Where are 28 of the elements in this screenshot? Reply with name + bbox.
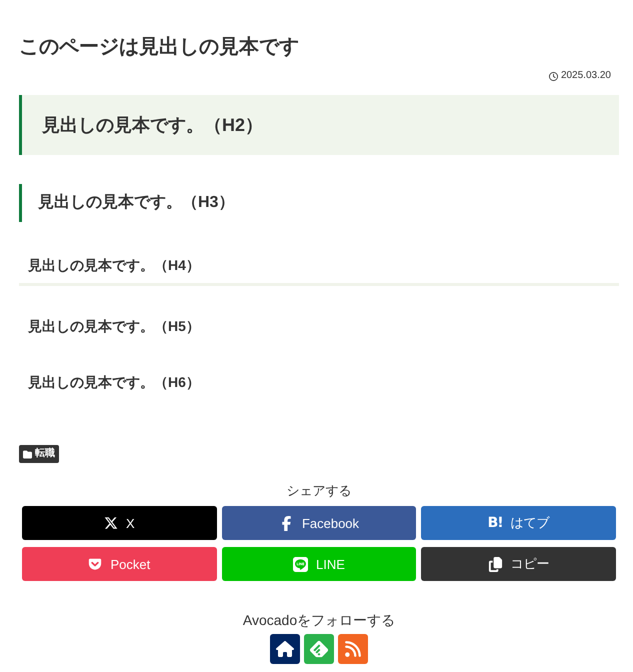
pocket-logo-icon [88, 557, 102, 571]
share-heading: シェアする [286, 482, 352, 500]
page-title: このページは見出しの見本です [19, 35, 299, 60]
heading-h6: 見出しの見本です。（H6） [27, 373, 201, 392]
facebook-share-button[interactable]: Facebook [222, 506, 416, 540]
copy-share-button[interactable]: コピー [421, 547, 616, 581]
home-follow-button[interactable] [270, 634, 300, 664]
heading-h5: 見出しの見本です。（H5） [27, 317, 201, 336]
category-label: 転職 [35, 446, 55, 461]
hatena-logo-mark: B! [488, 515, 503, 531]
rss-follow-button[interactable] [338, 634, 368, 664]
x-share-button[interactable]: X [22, 506, 217, 540]
copy-icon [488, 556, 503, 572]
hatena-share-button[interactable]: B! はてブ [421, 506, 616, 540]
post-date: 2025.03.20 [560, 69, 611, 83]
pocket-share-button[interactable]: Pocket [22, 547, 217, 581]
rss-icon [344, 640, 362, 658]
heading-h3: 見出しの見本です。（H3） [19, 184, 619, 222]
category-tag[interactable]: 転職 [19, 445, 59, 463]
line-logo-icon [293, 556, 308, 572]
follow-heading: Avocadoをフォローする [242, 611, 396, 629]
clock-icon [548, 72, 558, 80]
feedly-logo-icon [310, 640, 328, 658]
home-icon [276, 640, 294, 658]
heading-h2: 見出しの見本です。（H2） [19, 95, 619, 155]
heading-h4: 見出しの見本です。（H4） [19, 255, 619, 286]
folder-icon [23, 450, 32, 458]
x-logo-icon [104, 516, 118, 530]
